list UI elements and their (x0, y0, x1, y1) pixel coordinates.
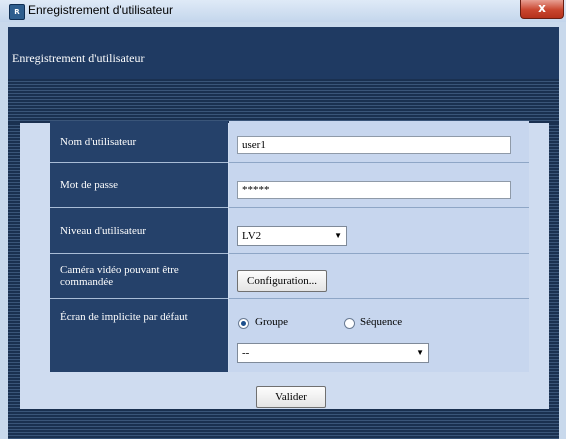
close-icon: x (538, 1, 546, 15)
title-bar[interactable]: R Enregistrement d'utilisateur x (0, 0, 566, 22)
camera-label-text: Caméra vidéo pouvant être commandée (60, 264, 179, 288)
radio-sequence[interactable] (344, 318, 355, 329)
password-label-text: Mot de passe (60, 179, 119, 191)
username-input[interactable]: user1 (237, 136, 511, 154)
stripe-border-right (549, 123, 559, 409)
page-title: Enregistrement d'utilisateur (12, 51, 145, 65)
level-label-text: Niveau d'utilisateur (60, 224, 146, 237)
radio-groupe[interactable] (238, 318, 249, 329)
level-label: Niveau d'utilisateur (50, 208, 228, 254)
window-title: Enregistrement d'utilisateur (28, 3, 174, 17)
default-screen-select-value: -- (242, 347, 250, 359)
level-select-value: LV2 (242, 230, 262, 242)
password-label: Mot de passe (50, 163, 228, 208)
submit-button[interactable]: Valider (256, 386, 326, 408)
camera-label: Caméra vidéo pouvant être commandée (50, 254, 228, 299)
username-label-text: Nom d'utilisateur (60, 135, 137, 148)
default-screen-select[interactable]: -- ▼ (237, 343, 429, 363)
password-input[interactable]: ***** (237, 181, 511, 199)
configuration-button[interactable]: Configuration... (237, 270, 327, 292)
header-band: Enregistrement d'utilisateur (8, 27, 559, 79)
app-icon: R (9, 4, 25, 20)
chevron-down-icon: ▼ (334, 231, 342, 240)
radio-sequence-label: Séquence (360, 316, 403, 328)
username-label: Nom d'utilisateur (50, 121, 228, 163)
chevron-down-icon: ▼ (416, 348, 424, 357)
stripe-divider-bottom (8, 409, 559, 439)
close-button[interactable]: x (520, 0, 564, 19)
stripe-divider-top (8, 79, 559, 123)
default-screen-label: Écran de implicite par défaut (50, 299, 228, 372)
default-screen-label-text: Écran de implicite par défaut (60, 311, 188, 323)
level-select[interactable]: LV2 ▼ (237, 226, 347, 246)
radio-groupe-label: Groupe (255, 316, 288, 328)
stripe-border-left (8, 123, 20, 409)
registration-window: R Enregistrement d'utilisateur x Enregis… (0, 0, 566, 439)
